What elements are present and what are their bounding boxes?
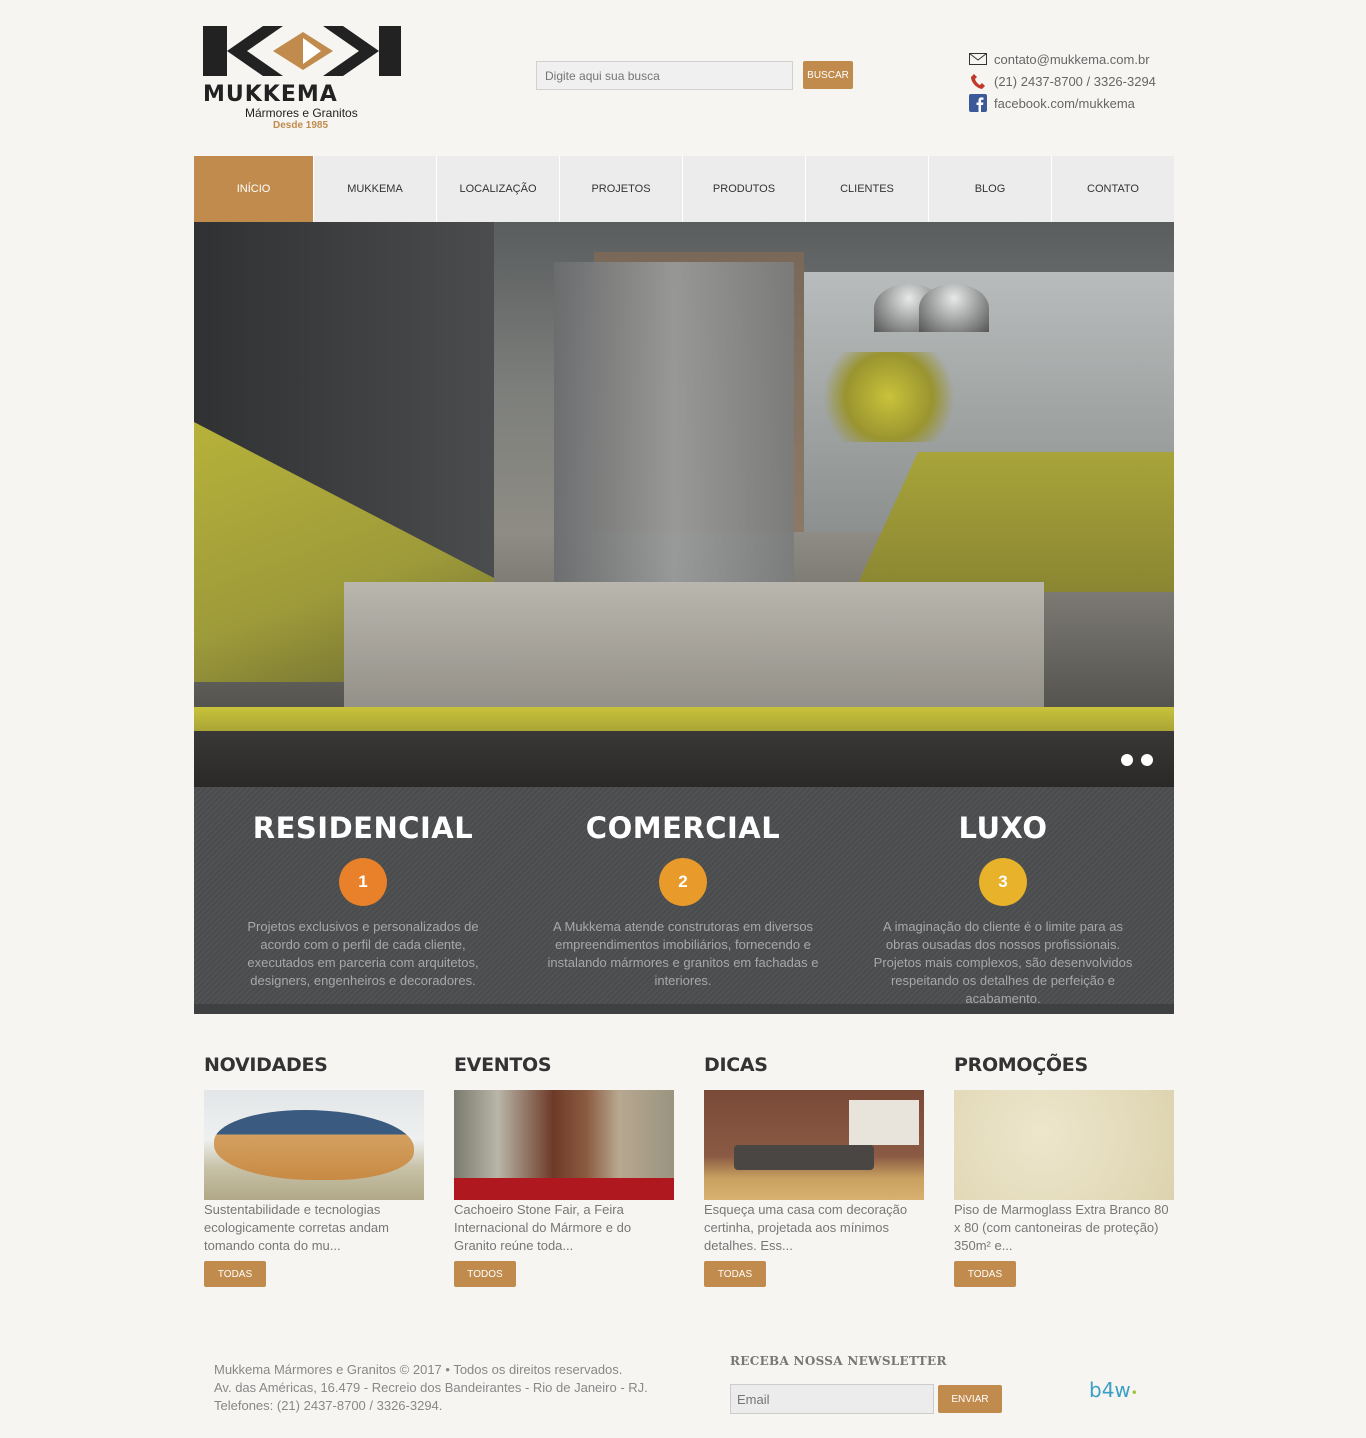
pendant-lamp-icon [919,284,989,332]
section-title: EVENTOS [454,1054,552,1076]
footer-address: Av. das Américas, 16.479 - Recreio dos B… [214,1380,648,1395]
features-band: RESIDENCIAL 1 Projetos exclusivos e pers… [194,787,1174,1014]
feature-comercial: COMERCIAL 2 A Mukkema atende construtora… [533,787,833,990]
todas-button[interactable]: TODAS [704,1261,766,1287]
brand-name: MUKKEMA [203,82,338,107]
feature-residencial: RESIDENCIAL 1 Projetos exclusivos e pers… [213,787,513,990]
search-input[interactable] [536,61,793,90]
hero-slider-image [194,222,1174,787]
news-excerpt: Cachoeiro Stone Fair, a Feira Internacio… [454,1202,632,1253]
feature-text: A imaginação do cliente é o limite para … [873,919,1133,1006]
news-excerpt: Esqueça uma casa com decoração certinha,… [704,1202,908,1253]
nav-item-produtos[interactable]: PRODUTOS [683,156,806,222]
news-novidades: NOVIDADES Sustentabilidade e tecnologias… [204,1054,424,1287]
contact-facebook[interactable]: facebook.com/mukkema [994,96,1135,111]
nav-item-inicio[interactable]: INÍCIO [194,156,314,222]
dots-icon: • [1130,1386,1138,1400]
newsletter-title: RECEBA NOSSA NEWSLETTER [730,1354,947,1368]
nav-item-localizacao[interactable]: LOCALIZAÇÃO [437,156,560,222]
feature-number-badge: 2 [659,858,707,906]
phone-icon [968,72,988,90]
logo-mark-icon [203,26,401,76]
news-excerpt: Sustentabilidade e tecnologias ecologica… [204,1202,389,1253]
news-eventos: EVENTOS Cachoeiro Stone Fair, a Feira In… [454,1054,674,1287]
search-button[interactable]: BUSCAR [803,61,853,89]
footer-copyright: Mukkema Mármores e Granitos © 2017 • Tod… [214,1362,623,1377]
nav-item-clientes[interactable]: CLIENTES [806,156,929,222]
dicas-thumbnail[interactable] [704,1090,924,1200]
nav-item-blog[interactable]: BLOG [929,156,1052,222]
feature-title: COMERCIAL [585,811,781,845]
section-title: NOVIDADES [204,1054,328,1076]
nav-item-contato[interactable]: CONTATO [1052,156,1174,222]
logo[interactable]: MUKKEMA Mármores e Granitos Desde 1985 [203,24,403,131]
slider-dot-2[interactable] [1141,754,1153,766]
contact-info: contato@mukkema.com.br (21) 2437-8700 / … [968,48,1156,114]
footer-phones: Telefones: (21) 2437-8700 / 3326-3294. [214,1398,443,1413]
developer-credit-logo[interactable]: b4w• [1089,1378,1138,1402]
feature-luxo: LUXO 3 A imaginação do cliente é o limit… [853,787,1153,1008]
todas-button[interactable]: TODAS [954,1261,1016,1287]
novidades-thumbnail[interactable] [204,1090,424,1200]
brand-tagline: Mármores e Granitos [245,106,358,120]
slider-pagination [1121,754,1153,766]
news-excerpt: Piso de Marmoglass Extra Branco 80 x 80 … [954,1202,1169,1253]
newsletter-email-field[interactable] [730,1384,934,1414]
feature-text: A Mukkema atende construtoras em diverso… [547,919,819,988]
feature-title: LUXO [958,811,1048,845]
news-promocoes: PROMOÇÕES Piso de Marmoglass Extra Branc… [954,1054,1174,1287]
todas-button[interactable]: TODAS [204,1261,266,1287]
section-title: PROMOÇÕES [954,1054,1088,1076]
feature-text: Projetos exclusivos e personalizados de … [247,919,479,988]
promocoes-thumbnail[interactable] [954,1090,1174,1200]
feature-number-badge: 1 [339,858,387,906]
nav-item-mukkema[interactable]: MUKKEMA [314,156,437,222]
facebook-icon [968,94,988,112]
newsletter-submit-button[interactable]: ENVIAR [938,1385,1002,1413]
mail-icon [968,50,988,68]
contact-phone: (21) 2437-8700 / 3326-3294 [994,73,1156,89]
news-dicas: DICAS Esqueça uma casa com decoração cer… [704,1054,924,1287]
feature-number-badge: 3 [979,858,1027,906]
brand-since: Desde 1985 [273,120,329,131]
section-title: DICAS [704,1054,768,1076]
feature-title: RESIDENCIAL [252,811,474,845]
nav-item-projetos[interactable]: PROJETOS [560,156,683,222]
main-nav: INÍCIO MUKKEMA LOCALIZAÇÃO PROJETOS PROD… [194,156,1174,222]
todos-button[interactable]: TODOS [454,1261,516,1287]
slider-dot-1[interactable] [1121,754,1133,766]
eventos-thumbnail[interactable] [454,1090,674,1200]
contact-email[interactable]: contato@mukkema.com.br [994,52,1150,67]
credit-text: b4w [1089,1378,1131,1402]
footer-info: Mukkema Mármores e Granitos © 2017 • Tod… [214,1361,648,1415]
